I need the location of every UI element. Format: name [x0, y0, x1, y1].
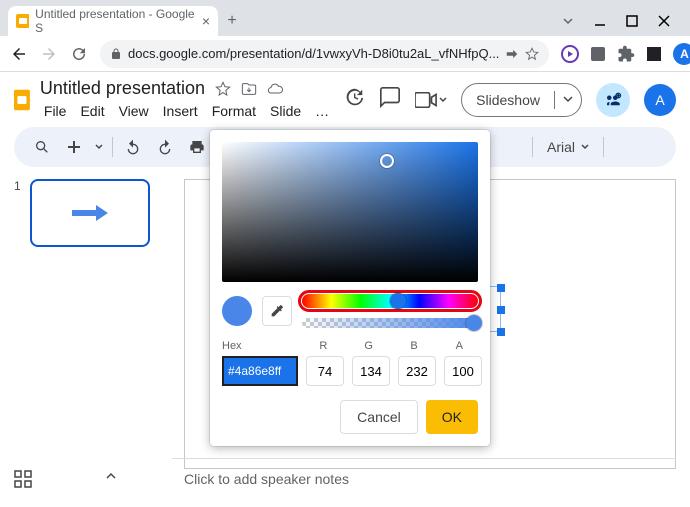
- history-icon[interactable]: [343, 86, 365, 113]
- url-text: docs.google.com/presentation/d/1vwxyVh-D…: [128, 46, 499, 61]
- r-input[interactable]: [306, 356, 344, 386]
- share-icon[interactable]: [505, 47, 519, 61]
- minimize-icon[interactable]: [594, 14, 608, 28]
- close-icon[interactable]: [658, 14, 672, 28]
- extensions: A: [561, 43, 690, 65]
- b-input[interactable]: [398, 356, 436, 386]
- color-picker-popover: Hex R G B A Cancel OK: [210, 130, 490, 446]
- address-bar: docs.google.com/presentation/d/1vwxyVh-D…: [0, 36, 690, 72]
- thumb-number: 1: [14, 179, 24, 247]
- slides-favicon: [16, 14, 29, 28]
- undo-button[interactable]: [119, 133, 147, 161]
- hex-label: Hex: [222, 340, 297, 352]
- collapse-icon[interactable]: [104, 469, 118, 483]
- b-label: B: [395, 340, 432, 352]
- eyedropper-button[interactable]: [262, 296, 292, 326]
- meet-icon[interactable]: [415, 92, 447, 108]
- hue-thumb[interactable]: [390, 293, 406, 309]
- print-button[interactable]: [183, 133, 211, 161]
- maximize-icon[interactable]: [626, 14, 640, 28]
- browser-tab[interactable]: Untitled presentation - Google S ×: [8, 6, 218, 36]
- tab-bar: Untitled presentation - Google S × +: [0, 0, 690, 36]
- reload-button[interactable]: [70, 45, 88, 63]
- r-label: R: [305, 340, 342, 352]
- app-header: Untitled presentation File Edit View Ins…: [0, 72, 690, 123]
- cancel-button[interactable]: Cancel: [340, 400, 418, 434]
- slideshow-button: Slideshow: [461, 83, 582, 117]
- ext-generic-icon[interactable]: [589, 45, 607, 63]
- font-selector[interactable]: Arial: [539, 139, 597, 155]
- grid-view-icon[interactable]: [14, 470, 32, 488]
- new-slide-button[interactable]: [60, 133, 88, 161]
- chevron-down-icon[interactable]: [562, 14, 576, 28]
- speaker-notes-input[interactable]: Click to add speaker notes: [172, 458, 676, 499]
- hex-input[interactable]: [222, 356, 298, 386]
- sv-cursor[interactable]: [380, 154, 394, 168]
- saturation-value-area[interactable]: [222, 142, 478, 282]
- browser-chrome: Untitled presentation - Google S × + doc…: [0, 0, 690, 72]
- redo-button[interactable]: [151, 133, 179, 161]
- doc-title[interactable]: Untitled presentation: [40, 78, 205, 99]
- url-input[interactable]: docs.google.com/presentation/d/1vwxyVh-D…: [100, 40, 549, 68]
- ext-play-icon[interactable]: [561, 45, 579, 63]
- ok-button[interactable]: OK: [426, 400, 478, 434]
- slides-logo: [14, 82, 30, 118]
- menu-format[interactable]: Format: [208, 101, 260, 121]
- move-icon[interactable]: [241, 81, 257, 97]
- browser-avatar[interactable]: A: [673, 43, 690, 65]
- menu-view[interactable]: View: [115, 101, 153, 121]
- g-label: G: [350, 340, 387, 352]
- forward-button[interactable]: [40, 45, 58, 63]
- menu-edit[interactable]: Edit: [76, 101, 108, 121]
- ext-block-icon[interactable]: [645, 45, 663, 63]
- star-icon[interactable]: [525, 47, 539, 61]
- new-tab-button[interactable]: +: [218, 7, 246, 35]
- star-icon[interactable]: [215, 81, 231, 97]
- slide-thumbnail-1[interactable]: [30, 179, 150, 247]
- lock-icon: [110, 48, 122, 60]
- a-input[interactable]: [444, 356, 482, 386]
- color-swatch: [222, 296, 252, 326]
- comment-icon[interactable]: [379, 86, 401, 113]
- menu-insert[interactable]: Insert: [159, 101, 202, 121]
- slideshow-main[interactable]: Slideshow: [462, 92, 554, 108]
- puzzle-icon[interactable]: [617, 45, 635, 63]
- slide-thumbnails: 1: [14, 171, 164, 478]
- search-menu-button[interactable]: [28, 133, 56, 161]
- menu-bar: File Edit View Insert Format Slide …: [40, 101, 333, 121]
- tab-title: Untitled presentation - Google S: [35, 7, 196, 35]
- alpha-thumb[interactable]: [466, 315, 482, 331]
- tab-close-icon[interactable]: ×: [202, 13, 210, 29]
- speaker-notes-bar: Click to add speaker notes: [14, 458, 676, 499]
- slideshow-dropdown[interactable]: [554, 91, 581, 109]
- menu-more[interactable]: …: [311, 101, 333, 121]
- app-avatar[interactable]: A: [644, 84, 676, 116]
- window-controls: [562, 14, 690, 28]
- back-button[interactable]: [10, 45, 28, 63]
- share-button[interactable]: [596, 83, 630, 117]
- arrow-shape-icon: [70, 203, 110, 223]
- menu-slide[interactable]: Slide: [266, 101, 305, 121]
- g-input[interactable]: [352, 356, 390, 386]
- alpha-slider[interactable]: [302, 318, 478, 328]
- new-slide-dropdown[interactable]: [92, 133, 106, 161]
- menu-file[interactable]: File: [40, 101, 71, 121]
- a-label: A: [441, 340, 478, 352]
- hue-slider[interactable]: [302, 294, 478, 308]
- cloud-icon[interactable]: [267, 81, 283, 97]
